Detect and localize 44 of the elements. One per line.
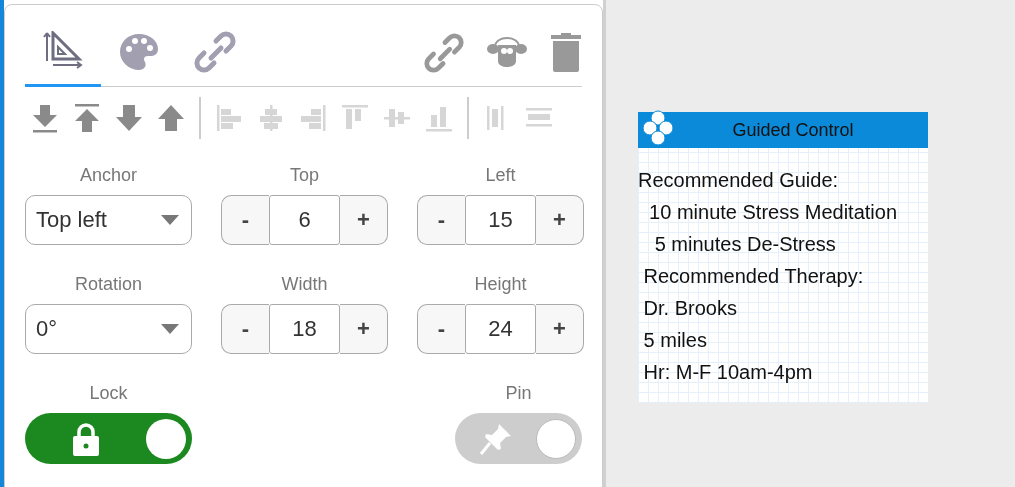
field-label: Top: [290, 165, 319, 187]
card-text: 5 miles: [642, 328, 707, 352]
card-text: Dr. Brooks: [642, 296, 737, 320]
decrement-button[interactable]: -: [417, 304, 465, 354]
dropdown[interactable]: 0°: [25, 304, 192, 354]
toggle-label: Pin: [505, 383, 532, 405]
link-icon[interactable]: [424, 32, 464, 73]
palette-icon: [119, 31, 159, 72]
increment-button[interactable]: +: [536, 304, 584, 354]
dropdown[interactable]: Top left: [25, 195, 192, 245]
card-text: 10 minute Stress Meditation: [648, 200, 897, 224]
card-title: Guided Control: [731, 119, 854, 141]
number-field[interactable]: 15: [465, 195, 536, 245]
arrow-up-icon[interactable]: [157, 103, 185, 133]
increment-button[interactable]: +: [340, 304, 388, 354]
card-text: Recommended Therapy:: [642, 264, 864, 288]
trash-icon[interactable]: [550, 32, 582, 73]
decrement-button[interactable]: -: [221, 304, 269, 354]
number-field[interactable]: 18: [269, 304, 340, 354]
toggle-switch[interactable]: [25, 413, 192, 464]
card-text: Hr: M-F 10am-4pm: [642, 360, 813, 384]
decrement-button[interactable]: -: [221, 195, 269, 245]
arrow-down-icon[interactable]: [115, 103, 143, 133]
field-label: Left: [485, 165, 516, 187]
decrement-button[interactable]: -: [417, 195, 465, 245]
caret-icon: [161, 215, 179, 225]
card-text: 5 minutes De-Stress: [653, 232, 836, 256]
pin-icon: [478, 421, 513, 456]
increment-button[interactable]: +: [340, 195, 388, 245]
number-field[interactable]: 6: [269, 195, 340, 245]
bring-to-front-icon[interactable]: [73, 103, 101, 133]
toggle-switch[interactable]: [455, 413, 582, 464]
card-text: Recommended Guide:: [638, 168, 839, 192]
field-label: Height: [474, 274, 527, 296]
link-icon: [194, 30, 236, 73]
number-field[interactable]: 24: [465, 304, 536, 354]
lock-icon: [70, 421, 101, 456]
increment-button[interactable]: +: [536, 195, 584, 245]
field-label: Rotation: [74, 274, 142, 296]
field-label: Anchor: [79, 165, 137, 187]
caret-icon: [161, 324, 179, 334]
send-to-back-icon[interactable]: [31, 103, 59, 133]
toggle-label: Lock: [89, 383, 128, 405]
field-label: Width: [281, 274, 328, 296]
